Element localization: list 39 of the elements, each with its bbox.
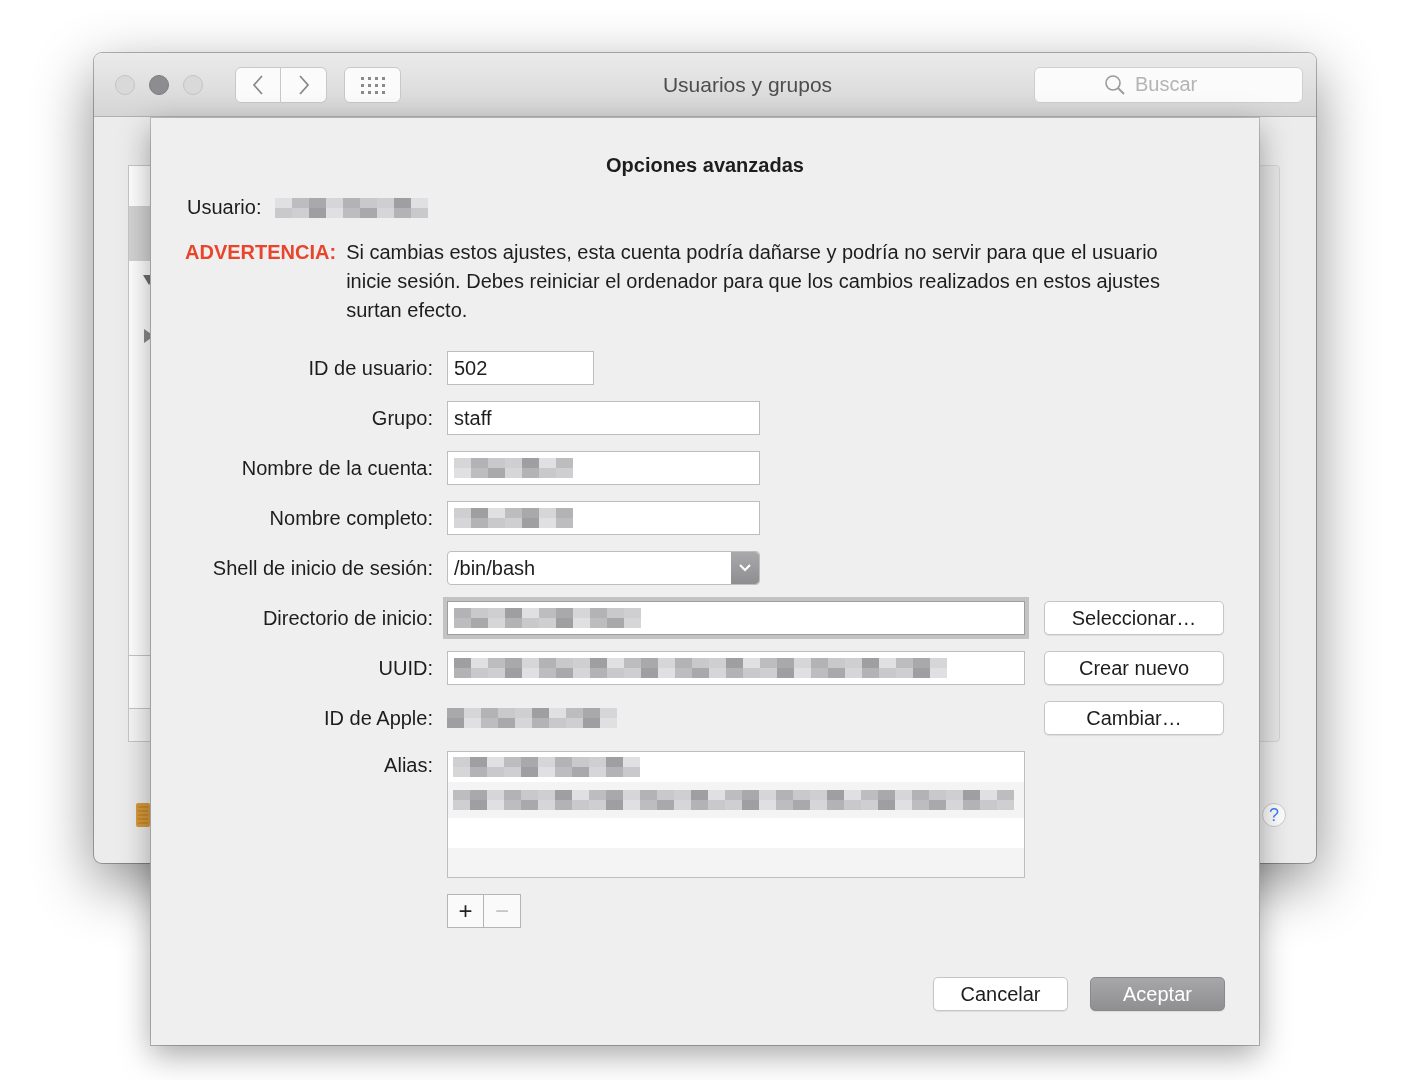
search-field[interactable]: Buscar [1034,66,1303,103]
field-label: Directorio de inicio: [261,606,433,630]
back-button[interactable] [235,66,281,103]
action-button[interactable]: Cambiar… [1044,701,1224,735]
field-label: ID de usuario: [307,356,433,380]
field-label: ID de Apple: [323,706,433,730]
text-field[interactable]: 502 [447,351,594,385]
shell-popup[interactable]: /bin/bash [447,551,760,585]
show-all-button[interactable] [344,66,401,103]
zoom-button[interactable] [183,74,203,95]
close-button[interactable] [115,74,135,95]
text-field[interactable] [447,451,760,485]
text-field[interactable] [447,651,1025,685]
field-label: Shell de inicio de sesión: [211,556,433,580]
field-label: Alias: [383,753,433,777]
field-label: Usuario: [187,196,262,219]
action-button[interactable]: Seleccionar… [1044,601,1224,635]
forward-button[interactable] [281,66,327,103]
chevron-left-icon [252,73,264,96]
add-button[interactable]: + [447,894,484,928]
warning-label: ADVERTENCIA: [185,240,337,265]
chevron-down-icon [738,563,752,573]
action-button[interactable]: Crear nuevo [1044,651,1224,685]
grid-icon [359,75,386,94]
minimize-button[interactable] [149,74,169,95]
field-label: UUID: [377,656,433,680]
text-field[interactable] [447,501,760,535]
text-field[interactable]: staff [447,401,760,435]
alias-list[interactable] [447,751,1025,878]
dialog-title: Opciones avanzadas [605,154,805,177]
field-label: Nombre completo: [268,506,433,530]
lock-icon[interactable] [136,801,150,827]
cancel-button[interactable]: Cancelar [933,977,1068,1011]
help-button[interactable]: ? [1262,803,1286,827]
field-label: Nombre de la cuenta: [240,456,433,480]
window-title: Usuarios y grupos [661,72,834,97]
field-label: Grupo: [370,406,433,430]
warning-text: Si cambias estos ajustes, esta cuenta podría dañarse y podría no servir para que el usuario inicie sesión. Debes reiniciar el ordenador para que los cambios realizados en estos ajustes surtan efecto. [346,240,1161,323]
chevron-right-icon [297,73,310,96]
